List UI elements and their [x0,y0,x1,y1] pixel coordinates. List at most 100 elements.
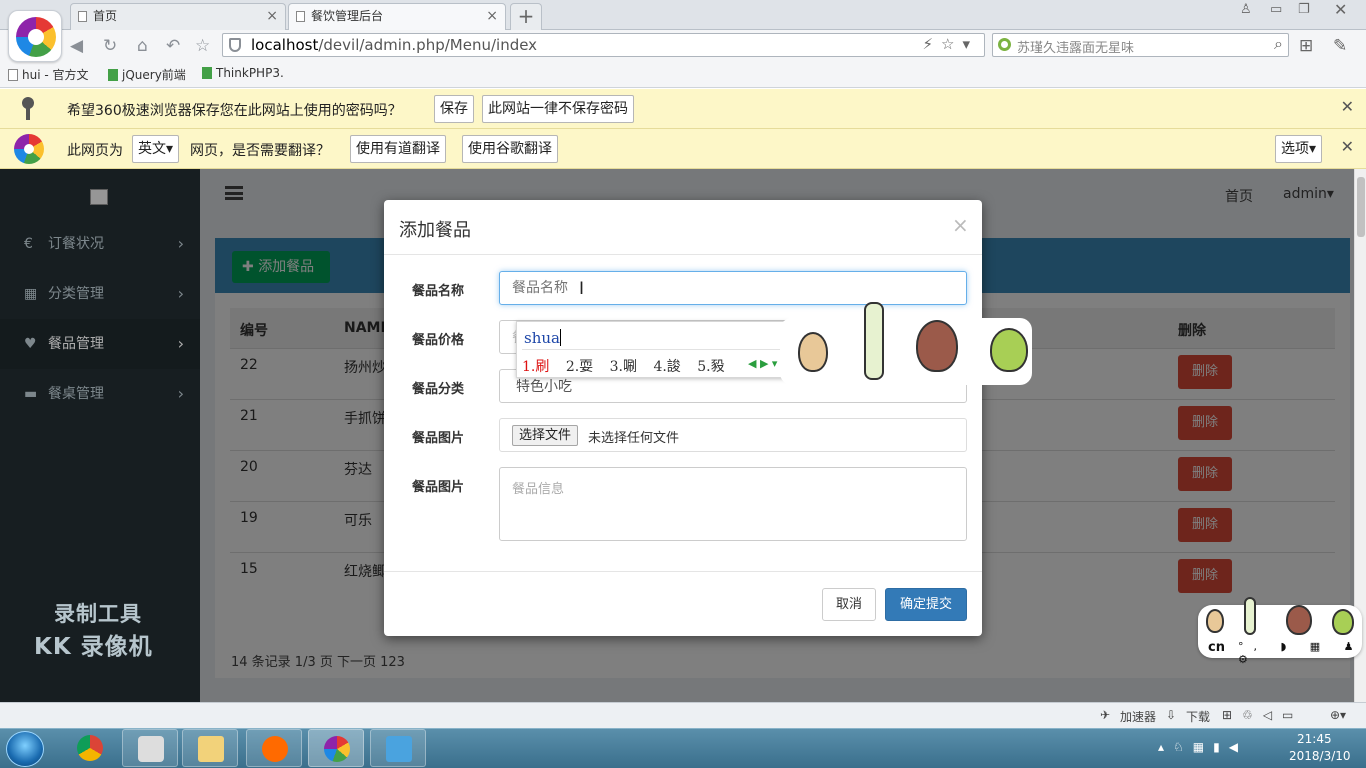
tab-home[interactable]: 首页 × [70,3,286,30]
chicken-character-icon [1286,605,1312,635]
accelerator-link[interactable]: 加速器 [1120,708,1156,725]
ime-candidate[interactable]: 4.誜 [653,359,680,375]
system-tray-icons[interactable]: ▴♘▦▮◀ [1158,740,1247,754]
kk-recorder-icon [262,736,288,762]
search-icon[interactable]: ⌕ [1274,34,1283,54]
new-tab-button[interactable]: + [510,3,542,30]
divider [384,254,982,255]
clock-time[interactable]: 21:45 [1297,732,1332,746]
refresh-icon[interactable]: ↻ [103,36,117,56]
monitor-app-icon [386,736,412,762]
name-label: 餐品名称 [412,284,465,299]
save-password-button[interactable]: 保存 [434,95,474,123]
status-tools-icons[interactable]: ⊞♲◁▭ [1222,708,1303,722]
cancel-button[interactable]: 取消 [822,588,876,621]
browser-logo-icon [14,134,44,164]
options-button[interactable]: 选项▾ [1275,135,1323,163]
windows-start-icon[interactable] [6,731,44,767]
bookmark-hui[interactable]: hui - 官方文 [8,66,89,83]
choose-file-button[interactable]: 选择文件 [512,425,579,446]
download-icon: ⇩ [1166,708,1177,722]
modal-title: 添加餐品 [399,220,471,241]
taskbar-explorer[interactable] [182,729,238,767]
home-icon[interactable]: ⌂ [137,36,148,56]
browser-logo-icon[interactable] [8,10,62,62]
zoom-icon[interactable]: ⊕▾ [1330,708,1346,722]
bookmark-jquery[interactable]: jQuery前端 [108,66,186,83]
image-label: 餐品图片 [412,431,465,446]
photo-app-icon [138,736,164,762]
browser-logo-icon [324,736,350,762]
taskbar-app-photo[interactable] [122,729,178,767]
ime-language-toggle[interactable]: cn [1208,640,1225,655]
key-icon [22,97,34,121]
close-icon[interactable]: ✕ [1341,137,1354,156]
chicken-character-icon [916,320,958,372]
taskbar-chrome[interactable] [62,729,118,767]
recorder-watermark: KK 录像机 [34,634,153,660]
youdao-translate-button[interactable]: 使用有道翻译 [350,135,446,163]
search-text: 苏瑾久违露面无星味 [1017,41,1135,56]
close-icon[interactable]: ✕ [1341,97,1354,116]
scrollbar-thumb[interactable] [1357,177,1365,237]
ime-composition: shua [524,329,560,347]
search-input[interactable]: 苏瑾久违露面无星味 ⌕ [992,33,1289,57]
tools-icon[interactable]: ✎ [1333,36,1347,56]
potato-character-icon [798,332,828,372]
page-icon [296,11,305,22]
url-actions-icons[interactable]: ⚡☆▾ [922,35,978,53]
skin-icon[interactable]: ♙ [1240,2,1252,17]
google-translate-button[interactable]: 使用谷歌翻译 [462,135,558,163]
clock-date[interactable]: 2018/3/10 [1289,749,1351,763]
folder-icon [198,736,224,762]
never-save-button[interactable]: 此网站一律不保存密码 [482,95,634,123]
category-label: 餐品分类 [412,382,465,397]
ime-candidate[interactable]: 3.唰 [610,359,637,375]
text-cursor-icon: I [579,279,585,299]
url-bar[interactable]: localhost/devil/admin.php/Menu/index ⚡☆▾ [222,33,985,57]
recorder-watermark: 录制工具 [54,602,142,626]
dish-name-input[interactable] [499,271,967,305]
file-status: 未选择任何文件 [588,431,680,446]
close-tab-icon[interactable]: × [266,4,278,29]
ime-skin-decoration [780,302,1032,385]
close-window-icon[interactable]: ✕ [1334,0,1347,19]
favorite-icon[interactable]: ☆ [195,36,210,56]
browser-status-bar: ✈ 加速器 ⇩ 下载 ⊞♲◁▭ ⊕▾ [0,702,1366,728]
undo-icon[interactable]: ↶ [166,36,180,56]
password-message: 希望360极速浏览器保存您在此网站上使用的密码吗？ [67,103,402,119]
shield-icon [229,38,241,52]
password-infobar: 希望360极速浏览器保存您在此网站上使用的密码吗？ 保存 此网站一律不保存密码 … [0,89,1366,129]
ime-candidate[interactable]: 5.豛 [697,359,724,375]
modal-close-icon[interactable]: × [952,213,969,237]
minimize-icon[interactable]: ▭ [1270,2,1282,17]
tab-label: 首页 [93,9,118,23]
taskbar-app-remote[interactable] [370,729,426,767]
ime-candidate[interactable]: 2.耍 [566,359,593,375]
page-icon [8,69,18,81]
language-select[interactable]: 英文▾ [132,135,180,163]
tab-admin[interactable]: 餐饮管理后台 × [288,3,506,30]
close-tab-icon[interactable]: × [486,4,498,29]
bookmark-thinkphp[interactable]: ThinkPHP3. [202,66,284,80]
page-icon [78,11,87,22]
accelerator-icon: ✈ [1100,708,1111,722]
ime-page-arrows-icon[interactable]: ◀ ▶ ▾ [748,357,777,370]
dish-info-textarea[interactable]: 餐品信息 [499,467,967,541]
bookmark-icon [202,67,212,79]
leek-character-icon [1244,597,1256,635]
dino-character-icon [990,328,1028,372]
ime-candidate[interactable]: 1.刷 [522,359,549,375]
ime-toolbar-icons[interactable]: °, ◗ ▦ ♟ ⚙ [1238,640,1366,666]
submit-button[interactable]: 确定提交 [885,588,967,621]
translate-infobar: 此网页为 英文▾ 网页，是否需要翻译？ 使用有道翻译 使用谷歌翻译 选项▾ ✕ [0,129,1366,169]
taskbar-360-browser[interactable] [308,729,364,767]
search-engine-icon [998,38,1011,51]
back-icon[interactable]: ◀ [70,36,83,56]
url-host: localhost [251,36,319,54]
restore-icon[interactable]: ❐ [1298,2,1310,17]
taskbar-app-kk[interactable] [246,729,302,767]
grid-icon[interactable]: ⊞ [1299,36,1313,56]
info-label: 餐品图片 [412,480,465,495]
download-link[interactable]: 下载 [1186,708,1210,725]
